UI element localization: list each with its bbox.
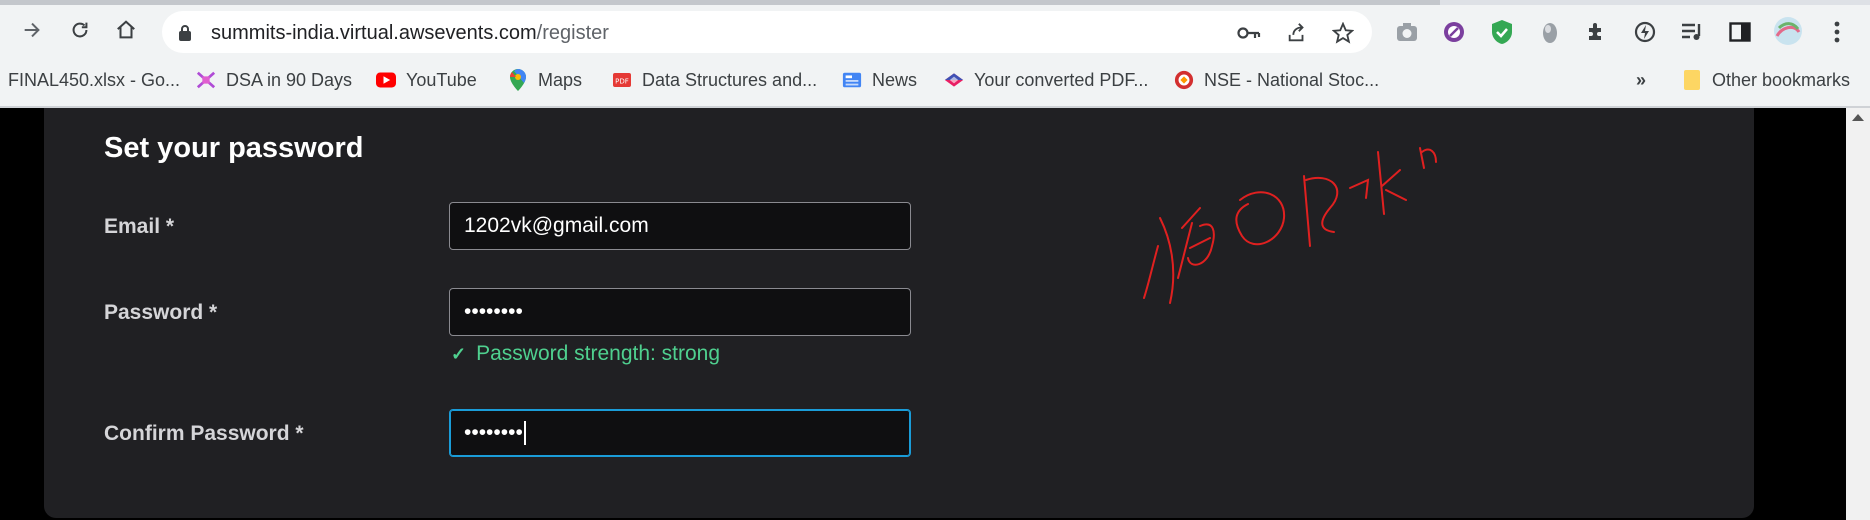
menu-kebab-icon[interactable]: [1822, 17, 1852, 47]
bookmark-news[interactable]: News: [842, 67, 917, 93]
bookmark-youtube[interactable]: YouTube: [376, 67, 477, 93]
media-queue-icon[interactable]: [1677, 17, 1707, 47]
forward-icon[interactable]: [14, 12, 50, 48]
other-bookmarks-label: Other bookmarks: [1712, 69, 1851, 90]
nse-icon: [1174, 70, 1194, 90]
camera-icon[interactable]: [1392, 17, 1422, 47]
profile-avatar-icon[interactable]: [1773, 16, 1803, 46]
bookmark-maps[interactable]: Maps: [508, 67, 582, 93]
shield-check-icon[interactable]: [1487, 17, 1517, 47]
email-value: 1202vk@gmail.com: [464, 214, 649, 237]
password-key-icon[interactable]: [1236, 20, 1262, 46]
bookmark-data-structures[interactable]: PDF Data Structures and...: [612, 67, 817, 93]
bookmark-label: DSA in 90 Days: [226, 69, 353, 90]
handwritten-scribble-icon: [1143, 147, 1437, 304]
folder-icon: [1682, 70, 1702, 90]
bookmark-label: Maps: [538, 69, 583, 90]
email-label: Email *: [104, 215, 175, 238]
bookmark-nse[interactable]: NSE - National Stoc...: [1174, 67, 1379, 93]
bookmark-final450[interactable]: FINAL450.xlsx - Go...: [8, 67, 180, 93]
bookmark-star-icon[interactable]: [1330, 20, 1356, 46]
bookmark-converted-pdf[interactable]: Your converted PDF...: [944, 67, 1148, 93]
bookmark-label: YouTube: [406, 69, 477, 90]
svg-text:PDF: PDF: [615, 78, 629, 86]
vertical-scrollbar[interactable]: [1846, 108, 1870, 520]
pdf-icon: PDF: [612, 70, 632, 90]
bookmark-label: News: [872, 69, 918, 90]
share-icon[interactable]: [1284, 20, 1310, 46]
youtube-icon: [376, 70, 396, 90]
password-strength-indicator: ✓ Password strength: strong: [451, 342, 720, 366]
mouse-icon[interactable]: [1535, 17, 1565, 47]
confirm-password-label: Confirm Password *: [104, 422, 304, 445]
bookmark-label: Data Structures and...: [642, 69, 818, 90]
extensions-puzzle-icon[interactable]: [1582, 17, 1612, 47]
url-text: summits-india.virtual.awsevents.com/regi…: [211, 22, 609, 44]
check-icon: ✓: [451, 343, 467, 364]
bookmark-label: FINAL450.xlsx - Go...: [8, 69, 181, 90]
confirm-password-value: ••••••••: [464, 421, 523, 444]
diamond-icon: [944, 70, 964, 90]
bookmark-label: NSE - National Stoc...: [1204, 69, 1380, 90]
news-icon: [842, 70, 862, 90]
email-field[interactable]: 1202vk@gmail.com: [449, 202, 911, 250]
confirm-password-field[interactable]: ••••••••: [449, 409, 911, 457]
password-field[interactable]: ••••••••: [449, 288, 911, 336]
password-value: ••••••••: [464, 300, 523, 323]
dsa-icon: [196, 70, 216, 90]
side-panel-icon[interactable]: [1725, 17, 1755, 47]
bookmark-label: Your converted PDF...: [974, 69, 1149, 90]
other-bookmarks-folder[interactable]: Other bookmarks: [1682, 67, 1850, 93]
speed-icon[interactable]: [1630, 17, 1660, 47]
block-icon[interactable]: [1439, 17, 1469, 47]
browser-chrome: summits-india.virtual.awsevents.com/regi…: [0, 0, 1870, 108]
tab-strip: [0, 0, 1870, 5]
browser-toolbar: summits-india.virtual.awsevents.com/regi…: [0, 6, 1870, 56]
bookmarks-overflow-button[interactable]: »: [1636, 67, 1646, 93]
bookmark-dsa[interactable]: DSA in 90 Days: [196, 67, 352, 93]
bookmarks-bar: FINAL450.xlsx - Go... DSA in 90 Days You…: [0, 60, 1870, 100]
home-icon[interactable]: [108, 12, 144, 48]
scroll-up-icon[interactable]: [1852, 114, 1864, 121]
lock-icon[interactable]: [178, 24, 192, 47]
password-label: Password *: [104, 301, 218, 324]
maps-icon: [508, 69, 528, 91]
reload-icon[interactable]: [62, 12, 98, 48]
address-bar[interactable]: summits-india.virtual.awsevents.com/regi…: [162, 11, 1372, 53]
password-strength-text: Password strength: strong: [476, 342, 721, 365]
text-caret: [523, 421, 526, 445]
page-title: Set your password: [104, 132, 364, 164]
page-content: Set your password Email * 1202vk@gmail.c…: [0, 108, 1870, 520]
